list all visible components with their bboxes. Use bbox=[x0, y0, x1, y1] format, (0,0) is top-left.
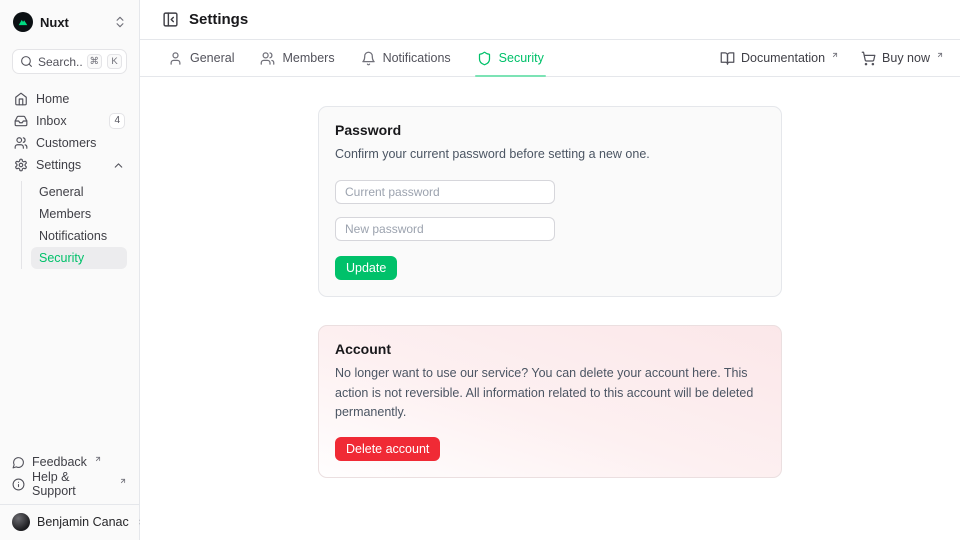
sidebar-subitem-label: Security bbox=[39, 251, 84, 265]
current-password-field[interactable] bbox=[335, 180, 555, 204]
chat-bubble-icon bbox=[12, 456, 25, 469]
new-password-field[interactable] bbox=[335, 217, 555, 241]
info-icon bbox=[12, 478, 25, 491]
sidebar-item-label: Help & Support bbox=[32, 470, 112, 498]
sidebar-subitem-members[interactable]: Members bbox=[31, 203, 127, 225]
external-link-icon bbox=[119, 477, 127, 485]
sidebar-item-label: Inbox bbox=[36, 114, 67, 128]
password-card-title: Password bbox=[335, 122, 765, 138]
workspace-selector[interactable]: Nuxt bbox=[12, 10, 127, 32]
kbd-cmd: ⌘ bbox=[87, 54, 103, 69]
account-card-title: Account bbox=[335, 341, 765, 357]
password-card: Password Confirm your current password b… bbox=[318, 106, 782, 297]
external-link-icon bbox=[831, 51, 839, 59]
app-window: Nuxt Search... ⌘ K Home Inbox 4 bbox=[0, 0, 960, 540]
shield-icon bbox=[477, 51, 492, 66]
main-area: Settings General Members Notifications S… bbox=[140, 0, 960, 540]
sidebar-subitem-label: General bbox=[39, 185, 83, 199]
header-actions: Documentation Buy now bbox=[720, 51, 944, 66]
action-label: Buy now bbox=[882, 51, 930, 65]
users-icon bbox=[260, 51, 275, 66]
delete-account-button[interactable]: Delete account bbox=[335, 437, 440, 461]
shopping-cart-icon bbox=[861, 51, 876, 66]
sidebar-subitem-notifications[interactable]: Notifications bbox=[31, 225, 127, 247]
tab-bar: General Members Notifications Security D… bbox=[140, 40, 960, 77]
settings-security-content: Password Confirm your current password b… bbox=[140, 77, 960, 540]
chevron-up-down-icon bbox=[113, 15, 127, 29]
bell-icon bbox=[361, 51, 376, 66]
tab-members[interactable]: Members bbox=[260, 40, 334, 76]
sidebar-item-customers[interactable]: Customers bbox=[12, 132, 127, 154]
sidebar-item-label: Customers bbox=[36, 136, 96, 150]
sidebar-item-settings[interactable]: Settings bbox=[12, 154, 127, 176]
user-menu[interactable]: Benjamin Canac bbox=[0, 504, 139, 540]
settings-submenu: General Members Notifications Security bbox=[21, 181, 127, 269]
sidebar-nav: Home Inbox 4 Customers Settings General bbox=[0, 74, 139, 269]
action-label: Documentation bbox=[741, 51, 825, 65]
page-header: Settings bbox=[140, 0, 960, 40]
avatar bbox=[12, 513, 30, 531]
tab-label: Members bbox=[282, 51, 334, 65]
tab-security[interactable]: Security bbox=[477, 40, 544, 76]
inbox-count-badge: 4 bbox=[109, 113, 125, 129]
sidebar-item-label: Settings bbox=[36, 158, 81, 172]
sidebar-item-home[interactable]: Home bbox=[12, 88, 127, 110]
user-name: Benjamin Canac bbox=[37, 515, 129, 529]
sidebar-item-label: Home bbox=[36, 92, 69, 106]
user-icon bbox=[168, 51, 183, 66]
search-placeholder: Search... bbox=[38, 55, 82, 69]
workspace-name: Nuxt bbox=[40, 15, 106, 30]
kbd-k: K bbox=[107, 54, 122, 69]
sidebar-subitem-label: Notifications bbox=[39, 229, 107, 243]
home-icon bbox=[14, 92, 28, 106]
tab-notifications[interactable]: Notifications bbox=[361, 40, 451, 76]
search-icon bbox=[20, 55, 33, 68]
sidebar-item-label: Feedback bbox=[32, 455, 87, 469]
sidebar-item-inbox[interactable]: Inbox 4 bbox=[12, 110, 127, 132]
account-danger-card: Account No longer want to use our servic… bbox=[318, 325, 782, 477]
chevron-up-icon bbox=[112, 159, 125, 172]
panel-left-collapse-icon[interactable] bbox=[162, 11, 179, 28]
book-open-icon bbox=[720, 51, 735, 66]
external-link-icon bbox=[94, 455, 102, 463]
tab-label: Security bbox=[499, 51, 544, 65]
documentation-link[interactable]: Documentation bbox=[720, 51, 839, 66]
sidebar-subitem-security[interactable]: Security bbox=[31, 247, 127, 269]
account-card-description: No longer want to use our service? You c… bbox=[335, 364, 765, 422]
users-icon bbox=[14, 136, 28, 150]
tab-label: Notifications bbox=[383, 51, 451, 65]
tab-general[interactable]: General bbox=[168, 40, 234, 76]
inbox-icon bbox=[14, 114, 28, 128]
password-card-description: Confirm your current password before set… bbox=[335, 145, 765, 164]
external-link-icon bbox=[936, 51, 944, 59]
sidebar-subitem-general[interactable]: General bbox=[31, 181, 127, 203]
gear-icon bbox=[14, 158, 28, 172]
page-title: Settings bbox=[189, 11, 248, 28]
sidebar-item-help-support[interactable]: Help & Support bbox=[12, 473, 127, 495]
sidebar-subitem-label: Members bbox=[39, 207, 91, 221]
update-password-button[interactable]: Update bbox=[335, 256, 397, 280]
nuxt-logo-icon bbox=[13, 12, 33, 32]
sidebar-spacer bbox=[0, 269, 139, 451]
tab-label: General bbox=[190, 51, 234, 65]
buy-now-link[interactable]: Buy now bbox=[861, 51, 944, 66]
sidebar: Nuxt Search... ⌘ K Home Inbox 4 bbox=[0, 0, 140, 540]
search-input[interactable]: Search... ⌘ K bbox=[12, 49, 127, 74]
